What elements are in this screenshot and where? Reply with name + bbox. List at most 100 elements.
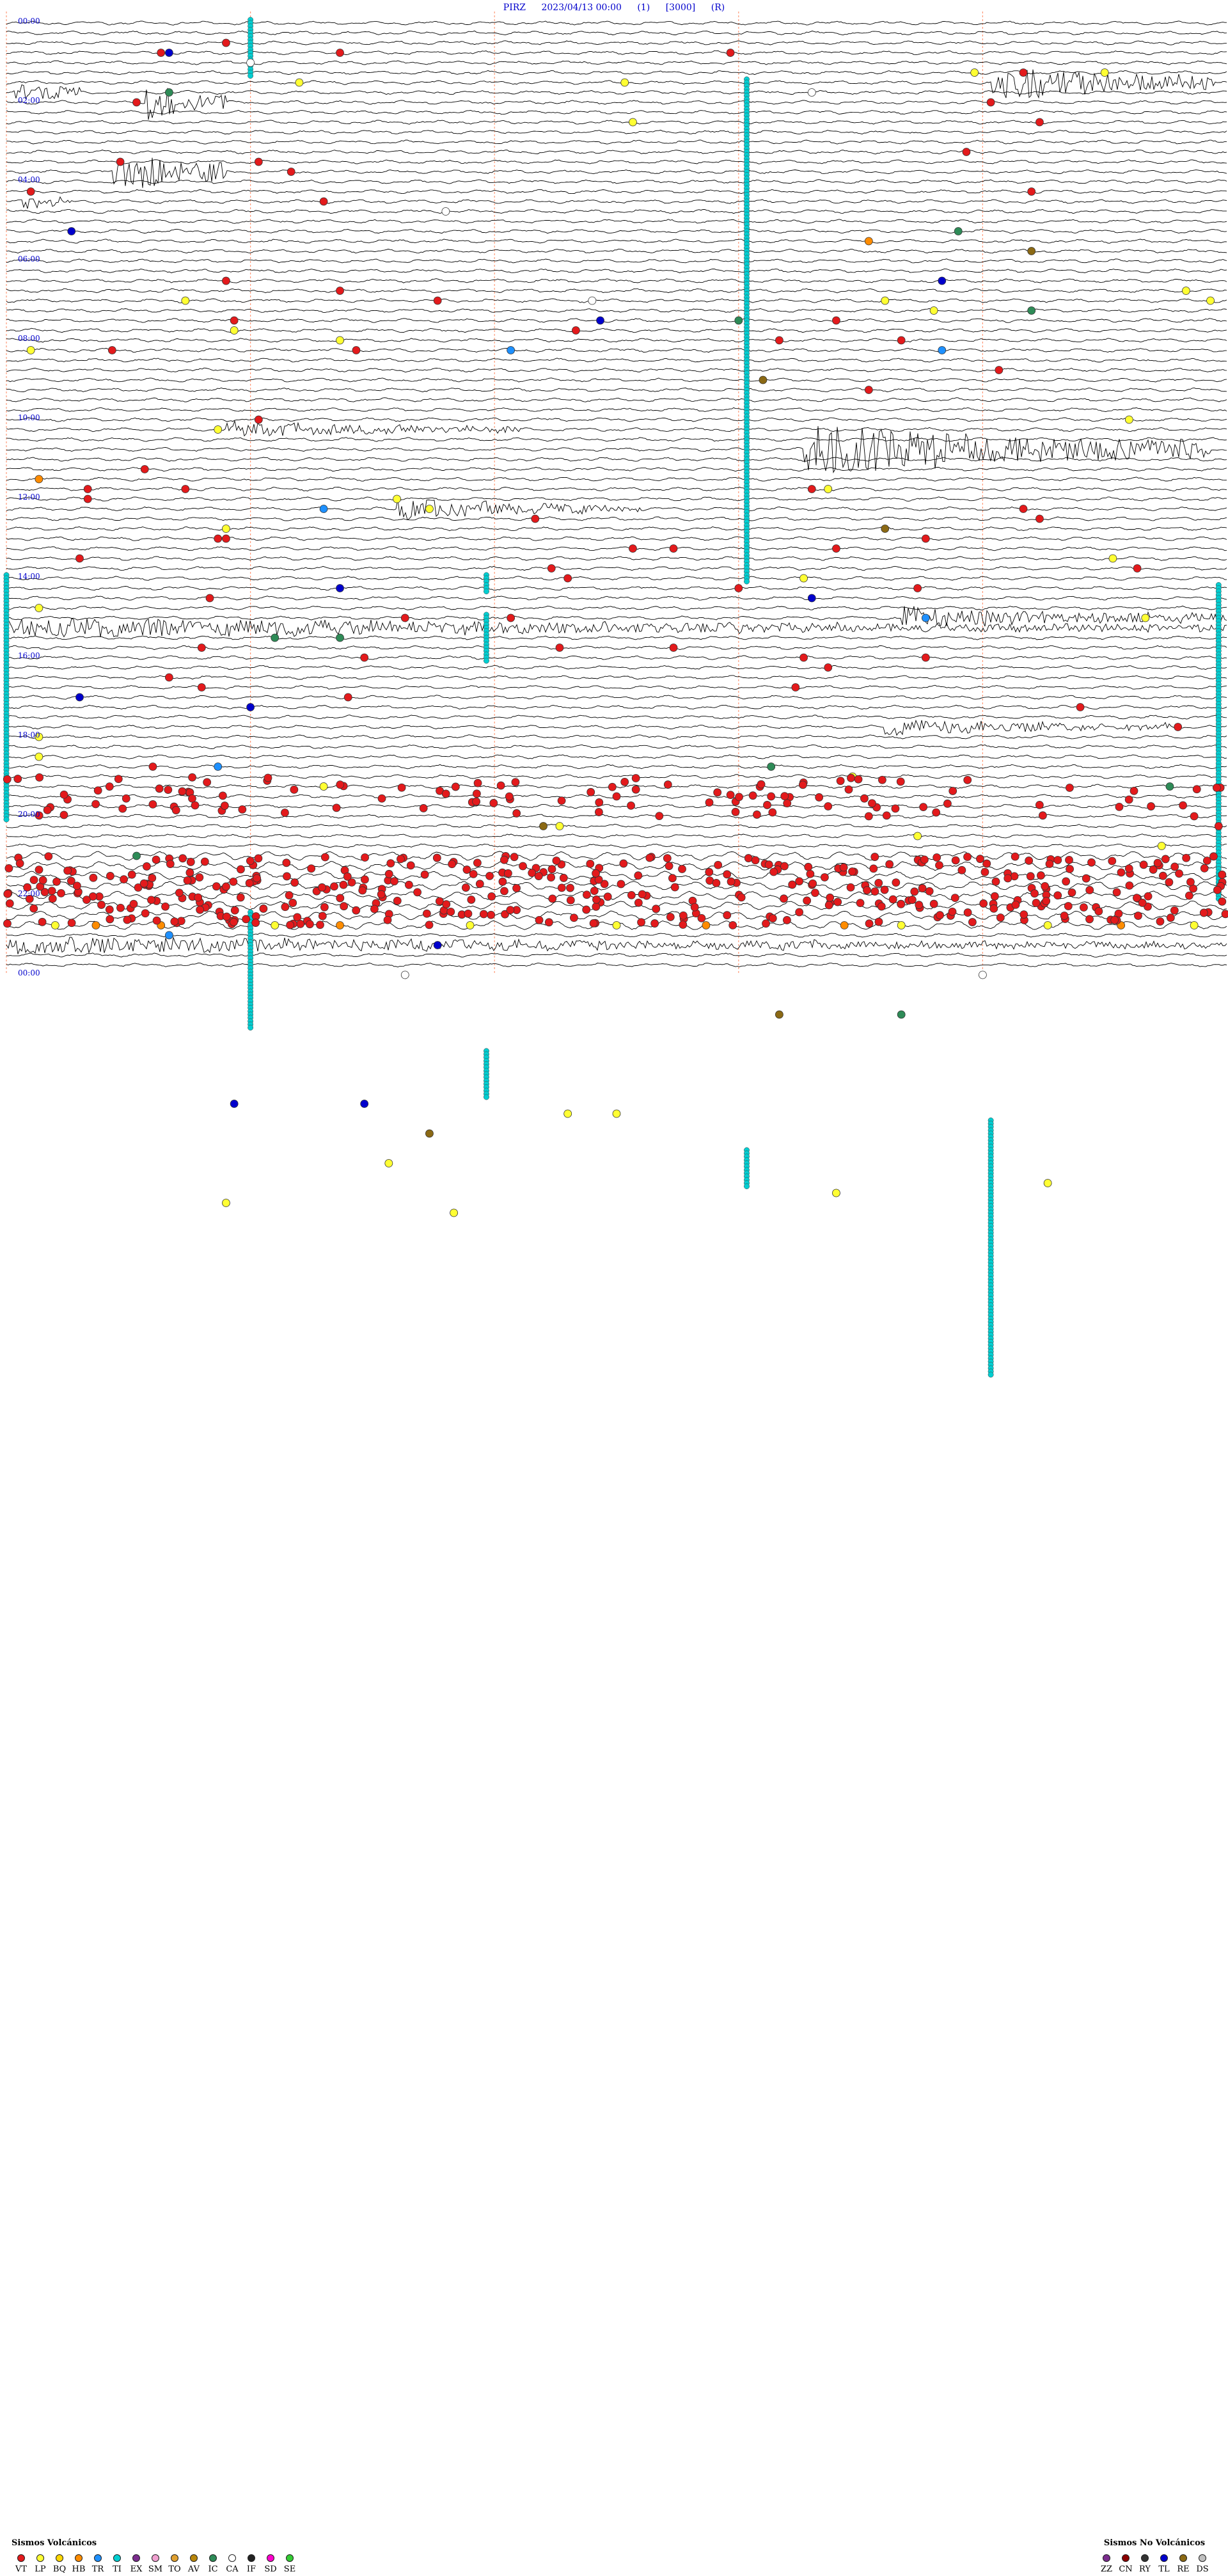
event-marker-vt (500, 887, 508, 896)
event-marker-vt (631, 785, 640, 794)
event-marker-vt (500, 855, 508, 864)
event-marker-ic (767, 763, 776, 771)
event-marker-vt (570, 913, 578, 922)
event-marker-vt (1185, 891, 1193, 900)
event-marker-lp (1043, 921, 1052, 929)
event-marker-vt (194, 893, 203, 902)
event-marker-vt (791, 683, 800, 691)
event-marker-lp (612, 921, 621, 929)
event-marker-vt (343, 693, 352, 702)
legend_nonvolcanic-item: RY (1135, 2554, 1154, 2574)
event-marker-vt (475, 880, 484, 889)
event-marker-vt (286, 921, 295, 929)
event-marker-vt (1094, 907, 1103, 915)
event-marker-vt (1053, 856, 1062, 864)
event-marker-vt (783, 916, 791, 924)
event-marker-vt (171, 806, 180, 814)
event-marker-vt (933, 853, 941, 862)
event-marker-vt (1019, 68, 1028, 77)
event-marker-vt (617, 880, 626, 889)
event-marker-vt (479, 910, 488, 919)
event-marker-vt (242, 915, 251, 924)
trace-row (6, 179, 1227, 184)
event-marker-lp (1157, 842, 1166, 850)
trace-row (6, 139, 1227, 145)
legend-dot (1179, 2554, 1187, 2562)
event-marker-vt (764, 860, 773, 869)
event-marker-vt (519, 862, 527, 871)
hour-label: 22:00 (18, 889, 40, 898)
event-marker-vt (185, 868, 194, 877)
trace-row (6, 744, 1227, 750)
event-marker-vt (230, 918, 238, 926)
event-marker-vt (751, 856, 760, 865)
event-marker-vt (995, 366, 1004, 374)
event-marker-vt (89, 873, 98, 882)
event-marker-vt (608, 782, 617, 791)
event-marker-vt (287, 168, 295, 176)
event-marker-lp (1206, 296, 1215, 305)
event-marker-vt (665, 862, 673, 871)
event-marker-vt (1161, 855, 1170, 864)
event-marker-vt (723, 911, 732, 920)
event-marker-tl (336, 584, 344, 592)
event-marker-tl (164, 49, 173, 57)
event-marker-vt (948, 907, 957, 916)
event-marker-vt (282, 858, 291, 867)
event-marker-vt (669, 644, 678, 652)
trace-row (6, 715, 1227, 720)
event-marker-vt (882, 811, 891, 820)
event-marker-vt (670, 883, 679, 892)
trace-row (6, 196, 1227, 209)
event-marker-vt (727, 877, 736, 886)
trace-row (6, 499, 1227, 521)
event-marker-vt (595, 808, 603, 816)
event-marker-lp (393, 494, 401, 503)
event-marker-ca (588, 296, 597, 305)
event-marker-vt (220, 802, 229, 810)
event-marker-vt (678, 865, 686, 873)
event-marker-vt (612, 792, 621, 801)
event-marker-lp (897, 921, 906, 929)
event-marker-vt (848, 867, 856, 876)
trace-row (6, 734, 1227, 739)
event-marker-vt (795, 908, 804, 917)
event-marker-vt (152, 855, 161, 864)
trace-row (6, 605, 1227, 611)
event-marker-ic (1027, 306, 1036, 315)
event-marker-vt (863, 886, 871, 895)
trace-row (6, 823, 1227, 829)
event-marker-vt (1200, 864, 1209, 873)
event-marker-vt (868, 799, 876, 808)
trace-row (6, 338, 1227, 343)
event-marker-vt (1218, 897, 1227, 906)
event-marker-vt (712, 878, 721, 887)
event-marker-vt (253, 874, 262, 883)
event-marker-vt (1133, 564, 1142, 573)
legend-dot (1160, 2554, 1168, 2562)
event-marker-vt (320, 853, 329, 862)
event-marker-lp (1043, 1179, 1052, 1187)
event-marker-vt (547, 865, 556, 874)
event-marker-hb (702, 921, 711, 929)
event-marker-vt (637, 918, 645, 927)
trace-row (6, 496, 1227, 502)
event-marker-vt (910, 887, 919, 896)
event-marker-vt (763, 801, 771, 809)
event-marker-vt (1062, 877, 1071, 886)
trace-row (6, 60, 1227, 65)
trace-row (6, 477, 1227, 482)
legend-dot (228, 2554, 236, 2562)
event-marker-ic (954, 227, 963, 235)
event-marker-vt (815, 793, 824, 802)
event-marker-vt (844, 785, 853, 794)
event-marker-vt (780, 894, 788, 903)
legend-code: TR (91, 2564, 104, 2574)
trace-row (6, 803, 1227, 809)
event-marker-vt (318, 912, 327, 921)
event-marker-vt (264, 773, 272, 782)
event-marker-vt (155, 784, 164, 793)
trace-row (6, 84, 1227, 100)
event-marker-vt (1213, 885, 1222, 894)
event-marker-vt (769, 867, 778, 876)
